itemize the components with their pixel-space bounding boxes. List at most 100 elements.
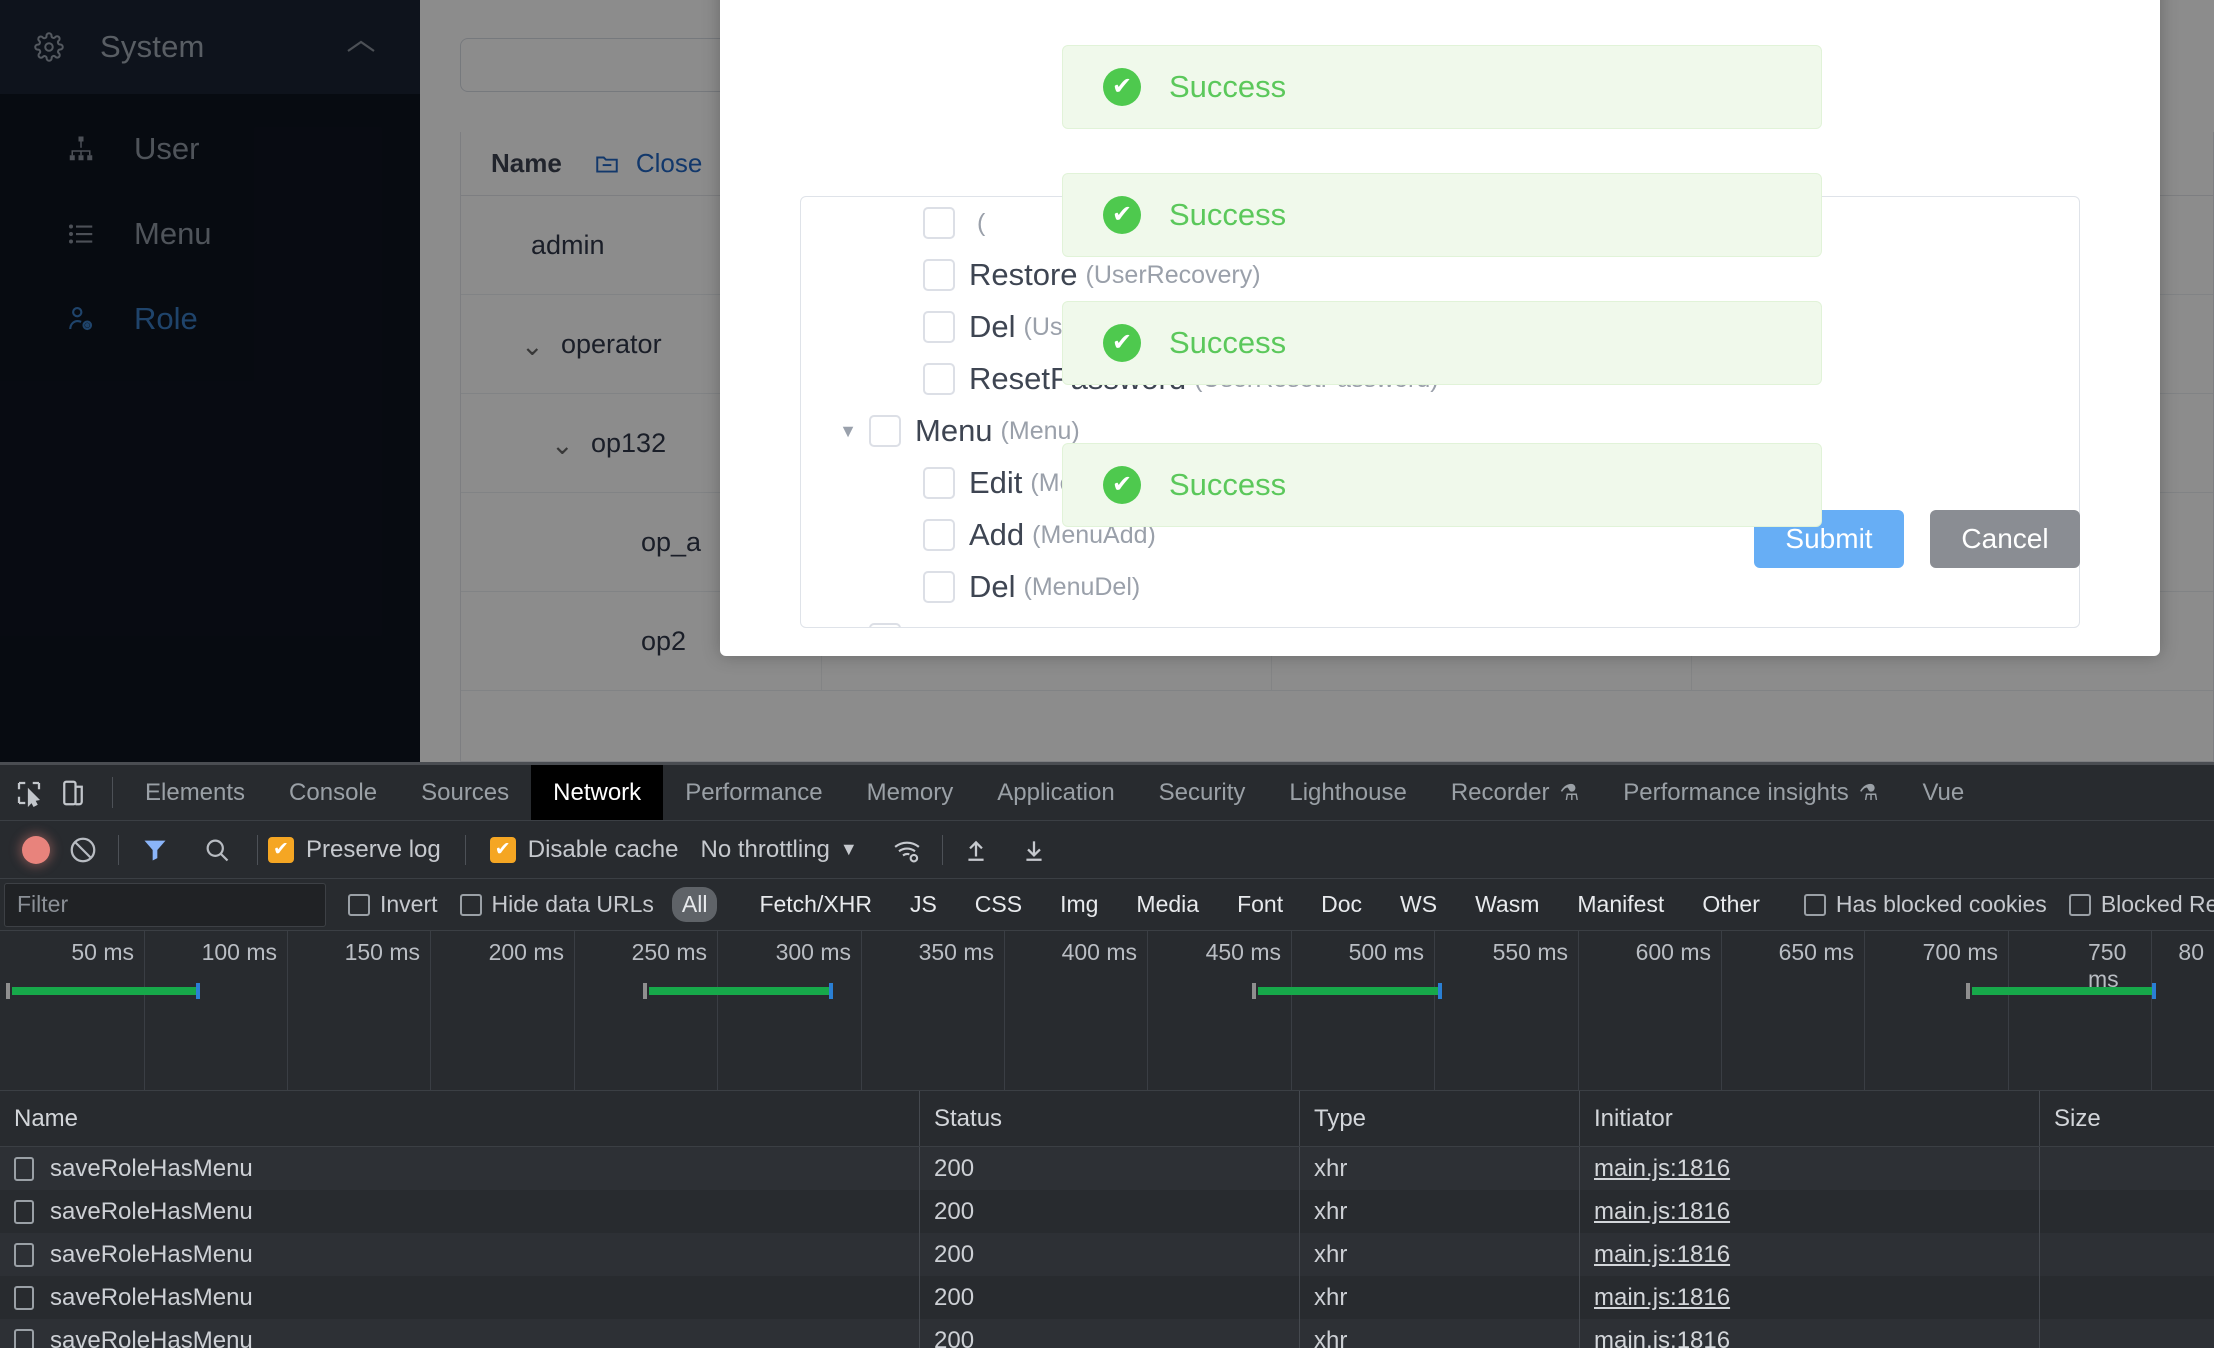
type-filter-other[interactable]: Other (1692, 887, 1770, 922)
column-header-initiator[interactable]: Initiator (1580, 1091, 2040, 1146)
tab-elements[interactable]: Elements (123, 765, 267, 820)
tree-checkbox[interactable] (923, 571, 955, 603)
tree-node-code: (Menu) (1001, 417, 1080, 446)
tree-node-label: Edit (969, 465, 1022, 501)
blocked-requests-toggle[interactable]: Blocked Requests (2069, 891, 2214, 918)
checkbox-checked-icon: ✔ (268, 837, 294, 863)
tree-expand-icon[interactable]: ▼ (835, 418, 861, 444)
column-header-name[interactable]: Name (0, 1091, 920, 1146)
tree-checkbox[interactable] (869, 623, 901, 628)
request-row[interactable]: saveRoleHasMenu 200 xhr main.js:1816 (0, 1233, 2214, 1276)
tree-checkbox[interactable] (923, 363, 955, 395)
tree-node[interactable]: ▼ Menu (Menu) (801, 405, 2079, 457)
column-header-size[interactable]: Size (2040, 1091, 2214, 1146)
tree-checkbox[interactable] (923, 311, 955, 343)
document-icon (14, 1329, 34, 1348)
hide-data-urls-toggle[interactable]: Hide data URLs (460, 891, 654, 918)
tree-node[interactable]: ▼ Del (MenuDel) (801, 561, 2079, 613)
request-row[interactable]: saveRoleHasMenu 200 xhr main.js:1816 (0, 1276, 2214, 1319)
preserve-log-toggle[interactable]: ✔ Preserve log (268, 836, 465, 864)
initiator-link[interactable]: main.js:1816 (1594, 1284, 1730, 1312)
tree-node[interactable]: ▼ Restore (UserRecovery) (801, 249, 2079, 301)
search-icon[interactable] (203, 836, 231, 864)
tab-network[interactable]: Network (531, 765, 663, 820)
chevron-down-icon[interactable]: ▼ (840, 839, 858, 860)
initiator-link[interactable]: main.js:1816 (1594, 1327, 1730, 1348)
checkbox-icon (348, 894, 370, 916)
type-filter-js[interactable]: JS (900, 887, 947, 922)
timeline-tick: 150 ms (345, 939, 430, 966)
type-filter-css[interactable]: CSS (965, 887, 1032, 922)
import-har-icon[interactable] (963, 835, 989, 865)
type-filter-doc[interactable]: Doc (1311, 887, 1372, 922)
divider (112, 777, 113, 808)
document-icon (14, 1200, 34, 1224)
tab-memory[interactable]: Memory (845, 765, 976, 820)
tab-console[interactable]: Console (267, 765, 399, 820)
has-blocked-cookies-label: Has blocked cookies (1836, 891, 2047, 918)
throttling-select[interactable]: No throttling (700, 836, 829, 864)
submit-button[interactable]: Submit (1754, 510, 1904, 568)
divider (942, 835, 943, 865)
tree-node-code: (MenuEdit) (1030, 469, 1152, 498)
checkbox-icon (460, 894, 482, 916)
inspect-element-icon[interactable] (14, 778, 44, 808)
clear-icon[interactable] (68, 835, 98, 865)
type-filter-manifest[interactable]: Manifest (1567, 887, 1674, 922)
divider (118, 835, 119, 865)
request-name: saveRoleHasMenu (50, 1327, 253, 1348)
request-row[interactable]: saveRoleHasMenu 200 xhr main.js:1816 (0, 1319, 2214, 1348)
tab-security[interactable]: Security (1137, 765, 1268, 820)
column-header-type[interactable]: Type (1300, 1091, 1580, 1146)
tree-checkbox[interactable] (923, 207, 955, 239)
cancel-button[interactable]: Cancel (1930, 510, 2080, 568)
record-icon[interactable] (22, 836, 50, 864)
request-size (2040, 1233, 2214, 1276)
divider (465, 835, 466, 865)
tree-node[interactable]: ▼ ResetPassword (UserResetPassword) (801, 353, 2079, 405)
device-toolbar-icon[interactable] (58, 778, 88, 808)
tree-checkbox[interactable] (923, 467, 955, 499)
filter-input[interactable] (4, 883, 326, 927)
tab-recorder[interactable]: Recorder ⚗ (1429, 765, 1601, 820)
timeline-tick: 100 ms (202, 939, 287, 966)
tree-node-code: ( (977, 209, 985, 238)
tree-checkbox[interactable] (869, 415, 901, 447)
tree-node[interactable]: ▼ Edit (MenuEdit) (801, 457, 2079, 509)
tree-checkbox[interactable] (923, 519, 955, 551)
request-type: xhr (1300, 1190, 1580, 1233)
type-filter-img[interactable]: Img (1050, 887, 1108, 922)
export-har-icon[interactable] (1021, 835, 1047, 865)
wifi-settings-icon[interactable] (892, 835, 922, 865)
type-filter-media[interactable]: Media (1126, 887, 1209, 922)
tab-application[interactable]: Application (975, 765, 1136, 820)
request-type: xhr (1300, 1147, 1580, 1190)
disable-cache-toggle[interactable]: ✔ Disable cache (490, 836, 689, 864)
type-filter-font[interactable]: Font (1227, 887, 1293, 922)
invert-label: Invert (380, 891, 438, 918)
devtools-panel: Elements Console Sources Network Perform… (0, 762, 2214, 1348)
tab-lighthouse[interactable]: Lighthouse (1267, 765, 1428, 820)
tree-node[interactable]: ▼ Role (Role) (801, 613, 2079, 628)
tree-node[interactable]: ▼ ( (801, 197, 2079, 249)
filter-icon[interactable] (141, 835, 169, 865)
initiator-link[interactable]: main.js:1816 (1594, 1241, 1730, 1269)
initiator-link[interactable]: main.js:1816 (1594, 1155, 1730, 1183)
tab-vue[interactable]: Vue (1900, 765, 1986, 820)
tree-checkbox[interactable] (923, 259, 955, 291)
tab-performance[interactable]: Performance (663, 765, 844, 820)
type-filter-wasm[interactable]: Wasm (1465, 887, 1549, 922)
tab-sources[interactable]: Sources (399, 765, 531, 820)
tree-node[interactable]: ▼ Del (UserDel) (801, 301, 2079, 353)
type-filter-fetch-xhr[interactable]: Fetch/XHR (749, 887, 881, 922)
network-overview-timeline[interactable]: 50 ms 100 ms 150 ms 200 ms 250 ms 300 ms… (0, 931, 2214, 1091)
tab-performance-insights[interactable]: Performance insights ⚗ (1601, 765, 1900, 820)
has-blocked-cookies-toggle[interactable]: Has blocked cookies (1804, 891, 2047, 918)
initiator-link[interactable]: main.js:1816 (1594, 1198, 1730, 1226)
column-header-status[interactable]: Status (920, 1091, 1300, 1146)
type-filter-all[interactable]: All (672, 887, 718, 922)
request-row[interactable]: saveRoleHasMenu 200 xhr main.js:1816 (0, 1190, 2214, 1233)
request-row[interactable]: saveRoleHasMenu 200 xhr main.js:1816 (0, 1147, 2214, 1190)
invert-toggle[interactable]: Invert (348, 891, 438, 918)
type-filter-ws[interactable]: WS (1390, 887, 1447, 922)
